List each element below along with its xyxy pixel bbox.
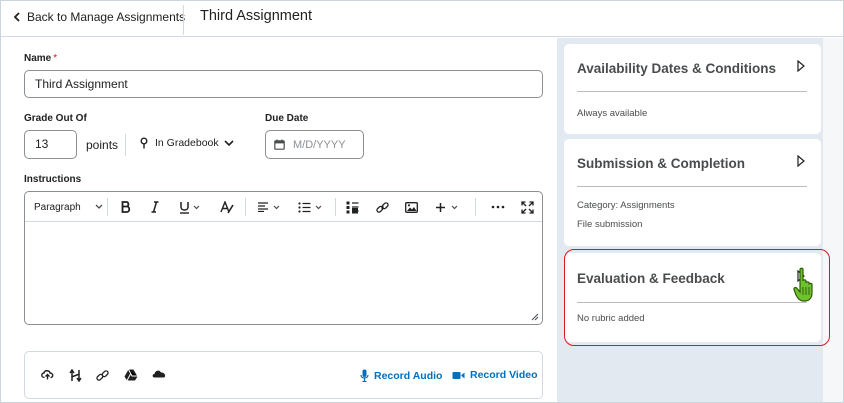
settings-sidebar: Availability Dates & Conditions Always a… (557, 38, 823, 402)
bold-button[interactable] (119, 198, 133, 216)
record-audio-label: Record Audio (374, 369, 443, 382)
insert-more-dropdown[interactable] (435, 198, 458, 216)
paragraph-format-label: Paragraph (34, 201, 81, 213)
name-label: Name * (24, 53, 58, 64)
image-icon (405, 201, 418, 213)
due-date-input[interactable]: M/D/YYYY (265, 130, 364, 159)
hand-pointer-cursor-icon (793, 267, 813, 302)
top-bar: Back to Manage Assignments Third Assignm… (1, 1, 843, 37)
insert-link-button[interactable] (376, 198, 389, 216)
caret-right-icon[interactable] (797, 155, 805, 167)
onedrive-cloud-icon (152, 370, 166, 378)
chevron-left-icon (13, 12, 20, 22)
link-icon (96, 370, 109, 381)
chevron-down-icon (224, 139, 234, 146)
text-format-button[interactable] (220, 198, 234, 216)
submission-card-title: Submission & Completion (577, 156, 746, 171)
submission-card[interactable]: Submission & Completion Category: Assign… (564, 139, 821, 246)
due-date-placeholder: M/D/YYYY (293, 138, 346, 151)
card-divider (577, 186, 807, 187)
assignment-form: Name * Third Assignment Grade Out Of 13 p… (1, 38, 557, 402)
chevron-down-icon (451, 205, 458, 209)
pin-icon (140, 137, 148, 149)
insert-stuff-button[interactable] (346, 198, 359, 216)
grade-out-of-input[interactable]: 13 (24, 130, 77, 159)
insert-stuff-icon (346, 201, 359, 213)
video-camera-icon (452, 371, 465, 379)
toolbar-separator (107, 198, 108, 216)
upload-file-button[interactable] (41, 369, 54, 380)
quicklink-button[interactable] (69, 369, 82, 382)
text-style-icon (220, 200, 234, 213)
align-left-icon (258, 202, 268, 212)
plus-icon (436, 202, 445, 212)
back-to-manage-assignments-link[interactable]: Back to Manage Assignments (13, 10, 185, 24)
insert-image-button[interactable] (405, 198, 418, 216)
quicklink-icon (69, 369, 82, 382)
cloud-upload-icon (41, 370, 54, 380)
italic-button[interactable] (148, 198, 162, 216)
chevron-down-icon (315, 205, 322, 209)
grade-out-of-label: Grade Out Of (24, 113, 87, 124)
toolbar-separator (475, 198, 476, 216)
back-link-label: Back to Manage Assignments (27, 10, 186, 24)
calendar-icon (274, 139, 285, 150)
points-divider (125, 134, 126, 156)
submission-category: Category: Assignments (577, 200, 675, 211)
list-dropdown[interactable] (298, 198, 322, 216)
google-drive-button[interactable] (124, 369, 138, 381)
caret-right-icon[interactable] (797, 60, 805, 72)
record-video-button[interactable]: Record Video (452, 369, 538, 381)
expand-icon (521, 200, 534, 214)
sidebar-scroll-rail[interactable] (823, 38, 843, 402)
attachments-bar: Record Audio Record Video (24, 351, 543, 399)
microphone-icon (360, 369, 369, 382)
paragraph-format-dropdown[interactable]: Paragraph (34, 198, 103, 216)
link-icon (376, 201, 389, 213)
name-input[interactable]: Third Assignment (24, 70, 543, 98)
in-gradebook-label: In Gradebook (155, 137, 219, 149)
availability-status: Always available (577, 108, 648, 119)
card-divider (577, 91, 807, 92)
toolbar-separator (245, 198, 246, 216)
instructions-label: Instructions (24, 174, 82, 185)
points-label: points (86, 138, 119, 152)
chevron-down-icon (193, 205, 200, 209)
align-dropdown[interactable] (257, 198, 280, 216)
bold-icon (121, 201, 131, 213)
more-options-button[interactable] (491, 198, 505, 216)
record-audio-button[interactable]: Record Audio (360, 369, 442, 382)
availability-card[interactable]: Availability Dates & Conditions Always a… (564, 44, 821, 134)
underline-icon (180, 201, 189, 214)
chevron-down-icon (273, 205, 280, 209)
editor-toolbar: Paragraph (25, 192, 542, 222)
page-title: Third Assignment (200, 8, 313, 24)
bulleted-list-icon (298, 201, 311, 213)
underline-button[interactable] (179, 198, 200, 216)
toolbar-separator (335, 198, 336, 216)
header-divider (183, 5, 184, 35)
submission-type: File submission (577, 219, 643, 230)
highlight-outline (564, 249, 830, 346)
record-video-label: Record Video (470, 369, 538, 381)
assignment-editor-window: Back to Manage Assignments Third Assignm… (0, 0, 844, 403)
resize-handle-icon[interactable] (530, 312, 539, 321)
onedrive-button[interactable] (152, 369, 167, 378)
fullscreen-button[interactable] (521, 198, 534, 216)
chevron-down-icon (95, 204, 103, 209)
required-mark: * (53, 53, 58, 64)
due-date-label: Due Date (265, 113, 309, 124)
attach-link-button[interactable] (96, 369, 109, 382)
instructions-editor[interactable]: Paragraph (24, 191, 543, 325)
italic-icon (151, 201, 159, 213)
google-drive-icon (124, 369, 138, 381)
in-gradebook-dropdown[interactable]: In Gradebook (140, 137, 234, 149)
availability-card-title: Availability Dates & Conditions (577, 61, 777, 76)
ellipsis-icon (491, 205, 505, 209)
